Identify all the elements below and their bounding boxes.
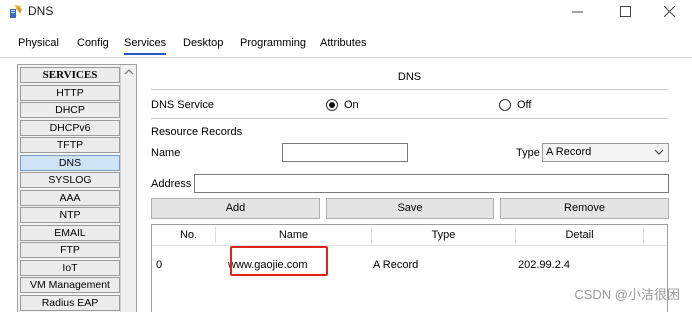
cell-no: 0 (156, 259, 163, 271)
sidebar-item-syslog[interactable]: SYSLOG (20, 172, 120, 188)
dns-off-label: Off (517, 99, 532, 111)
address-label: Address (151, 178, 192, 190)
chevron-up-icon[interactable] (124, 67, 134, 77)
remove-button[interactable]: Remove (500, 198, 669, 219)
dns-window: DNS Physical Config Services Desktop Pro… (0, 0, 692, 312)
cell-type: A Record (373, 259, 419, 271)
type-select-value: A Record (546, 146, 592, 158)
device-tab-bar: Physical Config Services Desktop Program… (0, 34, 692, 58)
sidebar-scrollbar[interactable] (120, 65, 136, 312)
address-input[interactable] (194, 174, 669, 193)
type-select[interactable]: A Record (542, 143, 669, 162)
title-bar: DNS (0, 0, 692, 24)
dns-on-radio[interactable] (326, 99, 338, 111)
services-sidebar: SERVICES HTTP DHCP DHCPv6 TFTP DNS SYSLO… (17, 64, 137, 312)
save-button[interactable]: Save (326, 198, 494, 219)
sidebar-item-aaa[interactable]: AAA (20, 189, 120, 206)
sidebar-item-ftp[interactable]: FTP (20, 242, 120, 258)
sidebar-item-dhcpv6[interactable]: DHCPv6 (20, 119, 120, 136)
sidebar-item-ntp[interactable]: NTP (20, 207, 120, 223)
close-button[interactable] (646, 0, 692, 22)
window-title: DNS (28, 4, 54, 18)
sidebar-item-vm-management[interactable]: VM Management (20, 277, 120, 293)
column-separator (643, 227, 644, 243)
cell-detail: 202.99.2.4 (518, 259, 570, 271)
csdn-watermark: CSDN @小洁很困 (574, 287, 680, 302)
tab-programming[interactable]: Programming (240, 37, 306, 55)
services-list: SERVICES HTTP DHCP DHCPv6 TFTP DNS SYSLO… (20, 67, 120, 312)
sidebar-item-http[interactable]: HTTP (20, 84, 120, 101)
sidebar-item-dns[interactable]: DNS (20, 154, 120, 171)
tab-attributes[interactable]: Attributes (320, 37, 366, 55)
dns-service-label: DNS Service (151, 99, 214, 111)
resource-records-label: Resource Records (151, 126, 243, 138)
red-annotation-box (230, 246, 328, 276)
name-input[interactable] (282, 143, 408, 162)
column-header-detail: Detail (565, 229, 594, 241)
dns-off-radio[interactable] (499, 99, 511, 111)
column-header-type: Type (431, 229, 456, 241)
tab-desktop[interactable]: Desktop (183, 37, 223, 55)
maximize-button[interactable] (602, 0, 648, 22)
divider (151, 89, 668, 90)
sidebar-item-tftp[interactable]: TFTP (20, 137, 120, 153)
table-header-divider (152, 245, 667, 246)
sidebar-item-iot[interactable]: IoT (20, 259, 120, 276)
name-label: Name (151, 147, 181, 159)
sidebar-item-dhcp[interactable]: DHCP (20, 102, 120, 118)
tab-services[interactable]: Services (124, 37, 167, 55)
add-button[interactable]: Add (151, 198, 320, 219)
dns-config-panel: DNS DNS Service On Off Resource Records … (137, 64, 682, 312)
tab-physical[interactable]: Physical (18, 37, 59, 55)
chevron-down-icon (654, 147, 664, 157)
services-header: SERVICES (20, 67, 120, 83)
packet-tracer-server-icon (8, 3, 24, 19)
tab-config[interactable]: Config (77, 37, 109, 55)
column-header-no: No. (179, 229, 198, 241)
sidebar-item-email[interactable]: EMAIL (20, 224, 120, 241)
dns-on-label: On (344, 99, 359, 111)
minimize-button[interactable] (554, 0, 600, 22)
column-header-name: Name (278, 229, 309, 241)
sidebar-item-radius-eap[interactable]: Radius EAP (20, 294, 120, 311)
panel-title: DNS (397, 71, 422, 83)
type-label: Type (516, 147, 540, 159)
divider (151, 118, 668, 119)
